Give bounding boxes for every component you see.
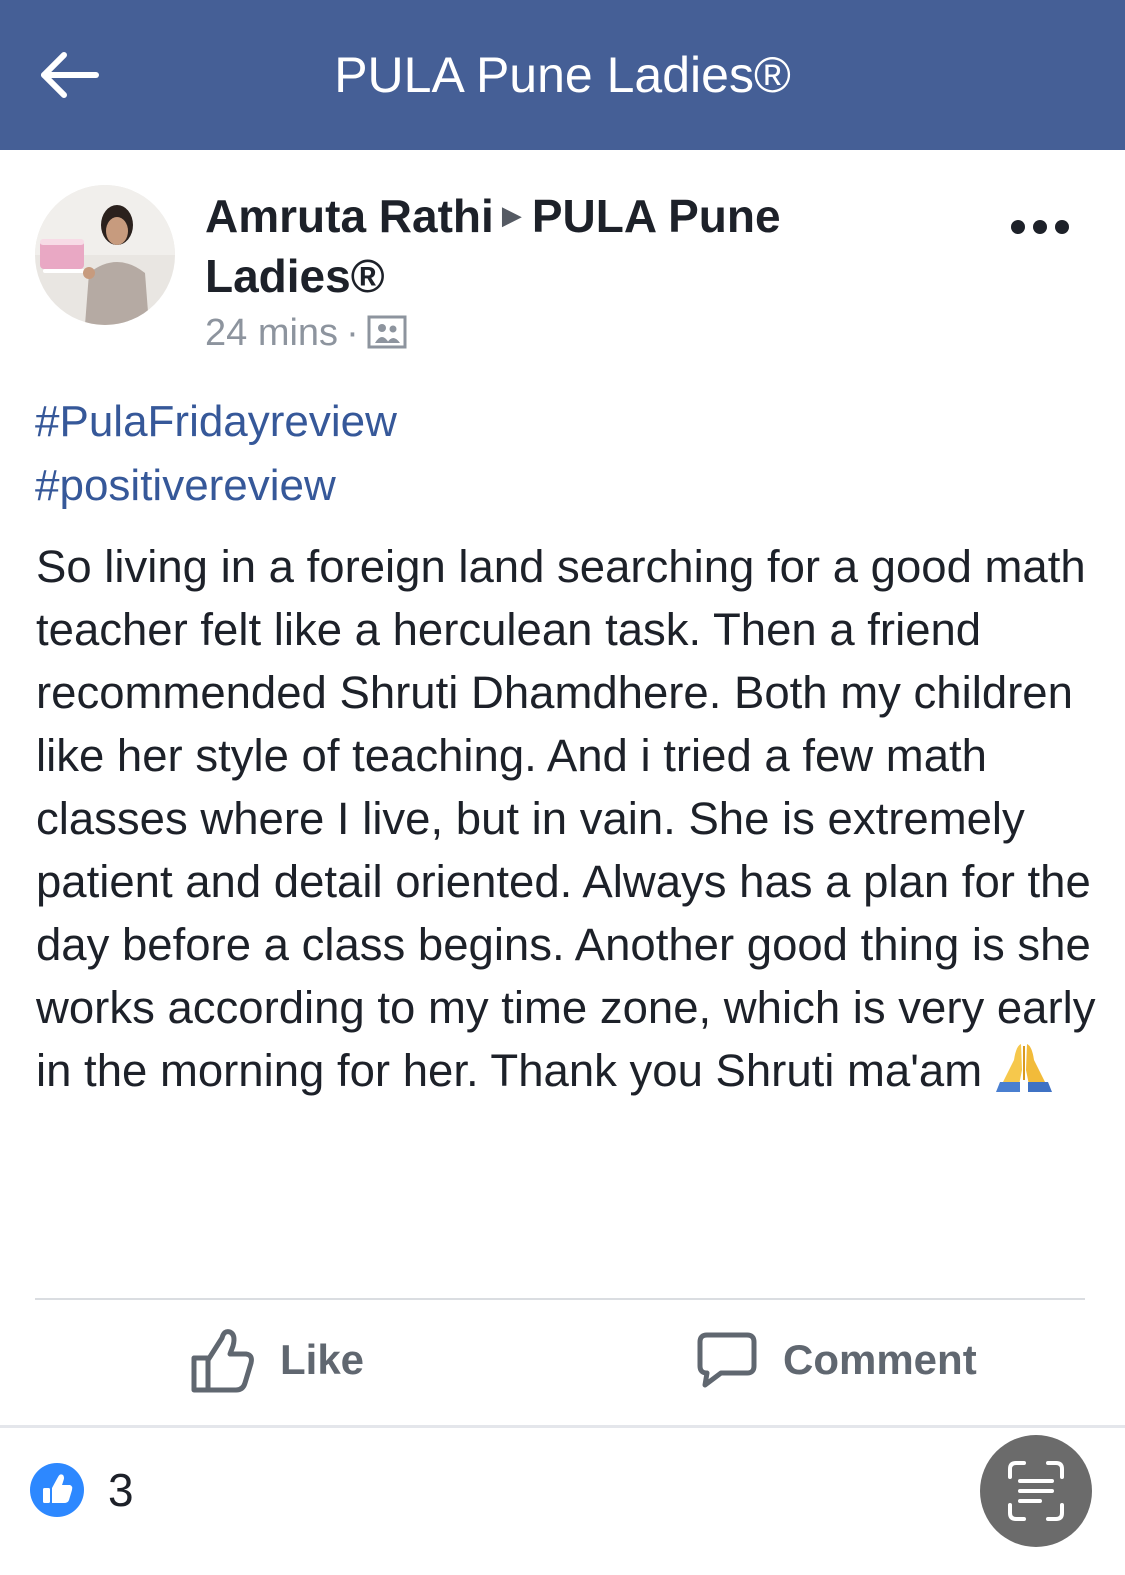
comment-label: Comment (783, 1336, 977, 1383)
comment-bubble-icon (697, 1332, 757, 1388)
more-dots-icon (1011, 220, 1069, 234)
author-line: Amruta Rathi ▶ PULA Pune Ladies® (205, 185, 965, 306)
caret-right-icon: ▶ (501, 200, 522, 230)
post-meta: 24 mins · (205, 308, 965, 362)
more-options-button[interactable] (1005, 205, 1075, 249)
reaction-summary[interactable]: 3 (28, 1460, 134, 1520)
reaction-count: 3 (108, 1464, 134, 1516)
scan-text-button[interactable] (980, 1435, 1092, 1547)
hashtag-list: #PulaFridayreview #positivereview (35, 390, 1095, 518)
profile-photo (35, 185, 175, 325)
post-header: Amruta Rathi ▶ PULA Pune Ladies® 24 mins · (205, 185, 965, 362)
post-timestamp[interactable]: 24 mins (205, 312, 338, 354)
avatar[interactable] (35, 185, 175, 325)
like-label: Like (280, 1336, 365, 1383)
folded-hands-icon (994, 1040, 1054, 1110)
hashtag-link[interactable]: #PulaFridayreview (35, 390, 397, 454)
post-text: So living in a foreign land searching fo… (36, 541, 1096, 1096)
hashtag-link[interactable]: #positivereview (35, 454, 336, 518)
author-name[interactable]: Amruta Rathi (205, 190, 494, 242)
scan-text-icon (1008, 1461, 1064, 1521)
divider (35, 1298, 1085, 1300)
like-reaction-icon (30, 1463, 84, 1517)
comment-button[interactable]: Comment (695, 1325, 977, 1395)
top-app-bar: PULA Pune Ladies® (0, 0, 1125, 150)
group-audience-icon (367, 312, 407, 362)
post-body: So living in a foreign land searching fo… (36, 535, 1096, 1110)
meta-separator: · (346, 312, 359, 354)
divider (0, 1425, 1125, 1428)
page-title: PULA Pune Ladies® (334, 47, 791, 103)
like-button[interactable]: Like (190, 1325, 364, 1395)
thumbs-up-outline-icon (191, 1329, 254, 1393)
